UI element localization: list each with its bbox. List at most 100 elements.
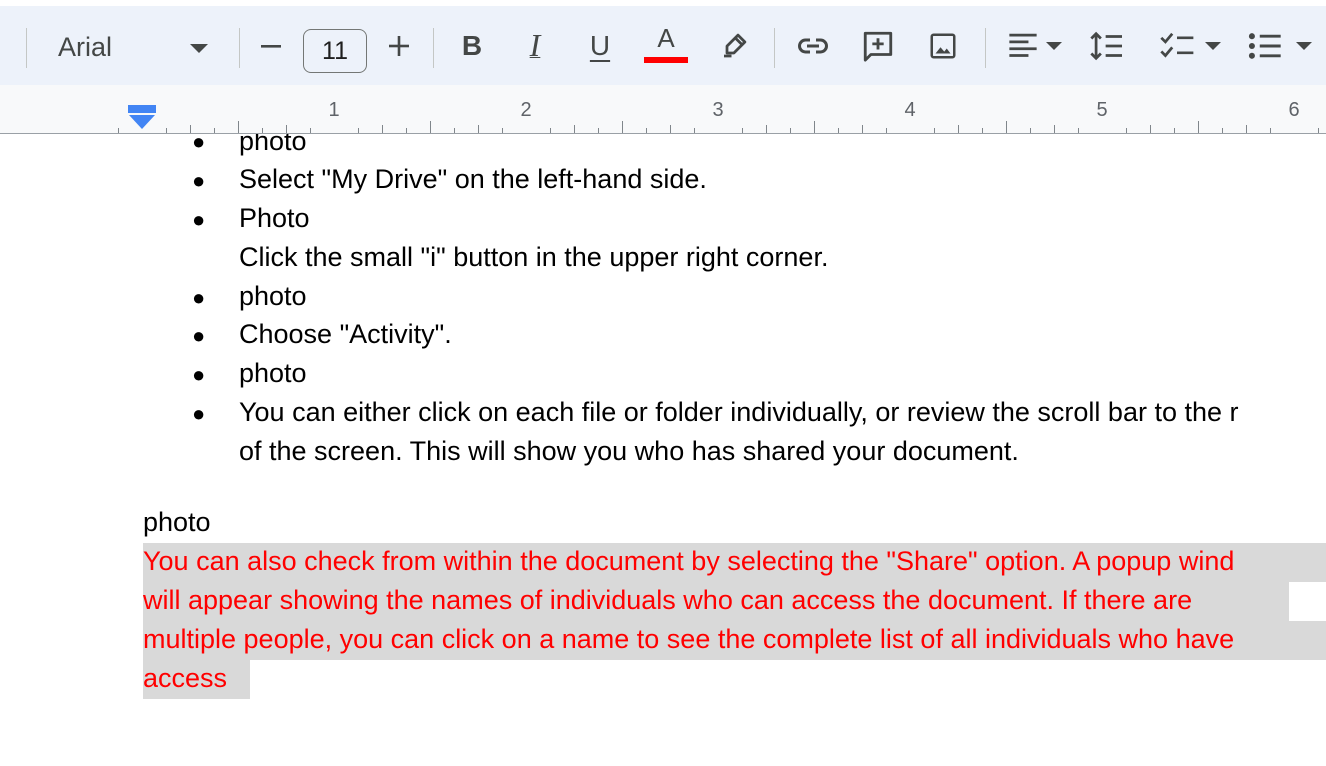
checklist-icon [1160,32,1194,58]
text-color-button[interactable]: A [644,6,688,85]
ruler-tick [406,128,407,133]
ruler-tick [670,125,671,133]
list-item: photo [239,281,307,311]
paragraph-photo: photo [143,507,211,537]
toolbar-divider [26,28,27,68]
list-item-continuation: of the screen. This will show you who ha… [239,436,1019,466]
ruler-tick [1318,128,1319,133]
ruler-tick [694,128,695,133]
ruler-tick [262,128,263,133]
ruler-tick [238,121,239,133]
list-item-continuation: Click the small "i" button in the upper … [239,242,829,272]
list-bullet: ● [192,207,206,232]
insert-link-icon [798,38,828,53]
highlighted-text-line: will appear showing the names of individ… [143,585,1193,615]
list-bullet: ● [192,285,206,310]
font-size-input[interactable]: 11 [303,29,367,73]
ruler-tick [1030,128,1031,133]
list-item: Select "My Drive" on the left-hand side. [239,164,707,194]
add-comment-icon [863,31,893,62]
highlighted-text-line: access [143,663,228,693]
checklist-button[interactable] [1153,6,1227,85]
line-spacing-icon [1090,31,1122,60]
list-item: photo [239,134,307,156]
list-item: You can either click on each file or fol… [239,397,1239,427]
ruler-tick [862,125,863,133]
list-item: photo [239,358,307,388]
ruler-tick [358,128,359,133]
ruler-tick [1006,121,1007,133]
ruler-tick [622,121,623,133]
ruler-tick [1174,128,1175,133]
chevron-down-icon [1046,41,1062,50]
ruler-tick [790,128,791,133]
insert-link-button[interactable] [794,6,832,85]
ruler-tick [1054,125,1055,133]
underline-button[interactable]: U [582,6,618,85]
ruler-tick [838,128,839,133]
bold-icon: B [461,29,483,61]
increase-font-size-icon [389,35,409,56]
ruler-tick [286,125,287,133]
highlighted-text-line: multiple people, you can click on a name… [143,624,1235,654]
add-comment-button[interactable] [859,6,897,85]
ruler-tick [478,125,479,133]
ruler-tick [1222,128,1223,133]
ruler-tick [310,128,311,133]
italic-button[interactable]: I [518,6,552,85]
ruler-tick [814,121,815,133]
ruler-number: 6 [1288,99,1300,121]
font-family-value: Arial [58,32,113,62]
ruler-tick [190,125,191,133]
ruler-tick [1198,121,1199,133]
text-color-icon: A [657,22,675,53]
chevron-down-icon [1296,41,1312,50]
ruler-tick [766,125,767,133]
ruler-tick [1270,128,1271,133]
ruler-tick [430,121,431,133]
increase-font-size-button[interactable] [383,6,415,85]
decrease-font-size-button[interactable] [255,6,287,85]
ruler-tick [1078,128,1079,133]
toolbar-divider [433,28,434,68]
align-button[interactable] [1000,6,1068,85]
bulleted-list-button[interactable] [1244,6,1316,85]
horizontal-ruler[interactable]: 1 2 3 4 5 6 [0,85,1326,134]
list-item: Photo [239,203,310,233]
font-family-select[interactable]: Arial [50,26,220,76]
list-bullet: ● [192,134,206,154]
highlight-color-button[interactable] [716,6,752,85]
list-bullet: ● [192,362,206,387]
highlighted-text-line: You can also check from within the docum… [143,546,1235,576]
underline-icon: U [589,29,611,61]
font-dropdown-icon [190,44,208,53]
ruler-number: 3 [712,99,724,121]
left-indent-marker[interactable] [128,105,156,131]
ruler-tick [454,128,455,133]
italic-icon: I [529,27,541,63]
formatting-toolbar: Arial 11 B I U A [0,6,1326,85]
text-color-swatch [644,56,688,63]
ruler-tick [166,128,167,133]
line-spacing-button[interactable] [1088,6,1126,85]
ruler-tick [742,128,743,133]
ruler-number: 4 [904,99,916,121]
highlight-icon [724,33,747,57]
list-bullet: ● [192,168,206,193]
ruler-tick [934,128,935,133]
bold-button[interactable]: B [455,6,489,85]
ruler-tick [982,128,983,133]
ruler-tick [646,128,647,133]
decrease-font-size-icon [261,44,281,48]
ruler-tick [1246,125,1247,133]
ruler-tick [1150,125,1151,133]
insert-image-button[interactable] [924,6,962,85]
align-icon [1009,33,1037,57]
ruler-tick [1126,128,1127,133]
ruler-tick [550,128,551,133]
list-item: Choose "Activity". [239,319,452,349]
ruler-tick [958,125,959,133]
bulleted-list-icon [1248,32,1281,59]
insert-image-icon [930,33,956,58]
document-canvas[interactable]: ● photo ● Select "My Drive" on the left-… [0,134,1326,766]
